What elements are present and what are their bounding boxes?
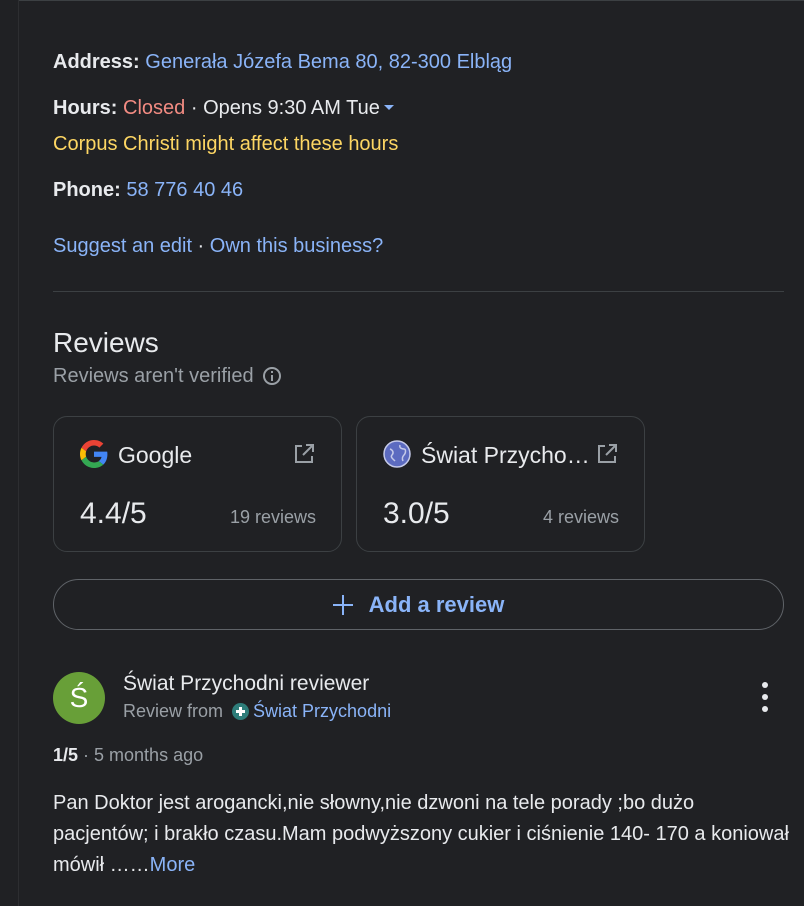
edit-links-row: Suggest an edit · Own this business?	[53, 234, 383, 258]
review-from-label: Review from	[123, 701, 224, 721]
review-source-score: 4.4/5	[80, 497, 147, 530]
avatar[interactable]: Ś	[53, 672, 105, 724]
address-label: Address:	[53, 51, 140, 73]
left-divider	[18, 0, 19, 906]
add-review-label: Add a review	[368, 591, 505, 617]
medical-cross-icon	[232, 702, 250, 720]
address-link[interactable]: Generała Józefa Bema 80, 82-300 Elbląg	[145, 51, 512, 73]
review-source-count: 19 reviews	[229, 507, 316, 527]
review-text: Pan Doktor jest arogancki,nie słowny,nie…	[53, 788, 793, 881]
open-in-new-icon	[598, 444, 617, 463]
add-review-button[interactable]: Add a review	[53, 579, 784, 630]
phone-label: Phone:	[53, 179, 121, 201]
review-source-card-swiat-przychodni[interactable]: Świat Przycho… 3.0/5 4 reviews	[356, 416, 645, 552]
hours-label: Hours:	[53, 97, 118, 119]
hours-next-open[interactable]: Opens 9:30 AM Tue	[203, 97, 380, 119]
review-source-count: 4 reviews	[542, 507, 619, 527]
own-business-link[interactable]: Own this business?	[210, 235, 383, 257]
more-link[interactable]: More	[150, 854, 196, 876]
review-source-name: Google	[118, 442, 193, 468]
review-source-name: Świat Przycho…	[421, 442, 590, 468]
knowledge-panel: Address: Generała Józefa Bema 80, 82-300…	[0, 0, 804, 906]
chevron-down-icon[interactable]	[383, 104, 394, 110]
address-row: Address: Generała Józefa Bema 80, 82-300…	[53, 50, 512, 74]
hours-row[interactable]: Hours: Closed · Opens 9:30 AM Tue	[53, 96, 394, 120]
reviews-subtitle: Reviews aren't verified	[53, 364, 281, 388]
review-source-link[interactable]: Świat Przychodni	[253, 700, 391, 722]
reviewer-name[interactable]: Świat Przychodni reviewer	[123, 671, 369, 697]
top-divider	[18, 0, 804, 1]
info-icon[interactable]	[262, 367, 281, 385]
google-logo-icon	[80, 440, 108, 468]
review-meta: 1/5 · 5 months ago	[53, 744, 203, 766]
meta-separator: ·	[78, 745, 95, 765]
review-source-line: Review from Świat Przychodni	[123, 700, 391, 722]
phone-row: Phone: 58 776 40 46	[53, 178, 243, 202]
globe-icon	[383, 440, 411, 468]
section-divider	[53, 291, 784, 292]
reviews-title: Reviews	[53, 327, 159, 358]
review-age: 5 months ago	[94, 745, 204, 765]
phone-link[interactable]: 58 776 40 46	[126, 179, 243, 201]
hours-status: Closed	[123, 97, 186, 119]
review-rating: 1/5	[53, 745, 79, 765]
review-source-score: 3.0/5	[383, 497, 450, 530]
more-options-icon[interactable]	[756, 682, 774, 712]
reviews-unverified-text: Reviews aren't verified	[53, 365, 254, 387]
open-in-new-icon	[295, 444, 314, 463]
plus-icon	[332, 594, 353, 615]
review-source-card-google[interactable]: Google 4.4/5 19 reviews	[53, 416, 342, 552]
hours-notice: Corpus Christi might affect these hours	[53, 133, 399, 155]
link-separator: ·	[192, 235, 210, 257]
suggest-edit-link[interactable]: Suggest an edit	[53, 235, 192, 257]
hours-separator: ·	[185, 97, 204, 119]
